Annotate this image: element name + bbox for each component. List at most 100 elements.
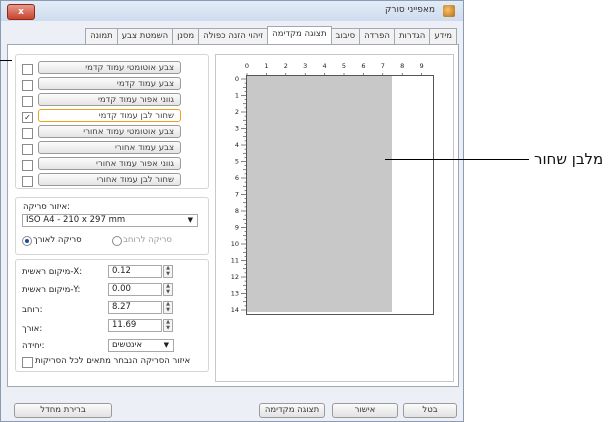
image-option-row: צבע אוטומטי עמוד אחורי xyxy=(22,125,202,139)
top-ruler-tick-label: 5 xyxy=(342,62,346,70)
auto-fit-checkbox[interactable] xyxy=(22,357,33,368)
left-ruler-tick-label: 4 xyxy=(235,141,239,149)
unit-select[interactable]: אינטשים ▼ xyxy=(108,339,174,352)
left-ruler: 01234567891011121314 xyxy=(231,75,248,314)
image-option-button[interactable]: צבע עמוד קדמי xyxy=(38,77,181,90)
image-option-button[interactable]: צבע אוטומטי עמוד אחורי xyxy=(38,125,181,138)
close-button[interactable]: x xyxy=(7,4,35,20)
y-origin-label: מיקום ראשית-Y: xyxy=(22,285,81,295)
tab-rotation[interactable]: סיבוב xyxy=(330,28,361,44)
tab-separation[interactable]: הפרדה xyxy=(359,28,395,44)
image-option-checkbox[interactable] xyxy=(22,64,33,75)
left-ruler-tick-label: 7 xyxy=(235,191,239,199)
scanner-properties-dialog: x מאפייני סורק מידע הגדרות הפרדה סיבוב ת… xyxy=(0,0,464,422)
image-option-row: גווני אפור עמוד אחורי xyxy=(22,157,202,171)
portrait-radio[interactable] xyxy=(22,236,32,246)
image-option-row: צבע עמוד אחורי xyxy=(22,141,202,155)
image-option-button[interactable]: שחור לבן עמוד אחורי xyxy=(38,173,181,186)
image-option-row: ✓ שחור לבן עמוד קדמי xyxy=(22,109,202,123)
image-option-checkbox[interactable] xyxy=(22,96,33,107)
callout-label: מלבן שחור xyxy=(534,150,604,168)
tab-color-dropout[interactable]: השמטת צבע xyxy=(116,28,174,44)
scanned-image-preview[interactable] xyxy=(247,76,392,312)
image-option-row: שחור לבן עמוד אחורי xyxy=(22,173,202,187)
top-ruler-tick-label: 4 xyxy=(323,62,327,70)
callout-line-left xyxy=(0,60,12,61)
tab-strip: מידע הגדרות הפרדה סיבוב תצוגה מקדימה זיה… xyxy=(85,26,457,44)
image-option-checkbox[interactable] xyxy=(22,80,33,91)
x-origin-label: מיקום ראשית-X: xyxy=(22,267,83,277)
image-option-row: גווני אפור עמוד קדמי xyxy=(22,93,202,107)
left-ruler-tick-label: 6 xyxy=(235,174,239,182)
x-origin-stepper[interactable]: ▲ ▼ xyxy=(163,265,173,278)
left-ruler-tick-label: 10 xyxy=(231,240,239,248)
unit-value: אינטשים xyxy=(112,340,143,350)
tab-image[interactable]: תמונה xyxy=(85,28,118,44)
left-ruler-tick-label: 11 xyxy=(231,257,239,265)
left-ruler-tick-label: 9 xyxy=(235,224,239,232)
left-ruler-tick-label: 13 xyxy=(231,290,239,298)
length-input[interactable]: 11.69 xyxy=(108,319,162,332)
scan-area-label: איזור סריקה: xyxy=(23,202,71,212)
image-option-button[interactable]: צבע אוטומטי עמוד קדמי xyxy=(38,61,181,74)
image-selection-group: צבע אוטומטי עמוד קדמי צבע עמוד קדמי גוונ… xyxy=(15,54,209,189)
left-ruler-tick-label: 3 xyxy=(235,125,239,133)
image-option-checkbox[interactable]: ✓ xyxy=(22,112,33,123)
length-label: אורך: xyxy=(22,324,43,334)
left-ruler-tick-label: 14 xyxy=(231,306,239,314)
top-ruler-tick-label: 9 xyxy=(420,62,424,70)
left-ruler-tick-label: 1 xyxy=(235,92,239,100)
unit-label: יחידה: xyxy=(22,341,45,351)
tab-filter[interactable]: מסנן xyxy=(172,28,200,44)
app-icon xyxy=(443,5,455,17)
y-origin-stepper[interactable]: ▲ ▼ xyxy=(163,283,173,296)
image-option-checkbox[interactable] xyxy=(22,176,33,187)
callout-line xyxy=(385,159,465,160)
top-ruler-tick-label: 7 xyxy=(381,62,385,70)
scan-area-group: איזור סריקה: ISO A4 - 210 x 297 mm ▼ סרי… xyxy=(15,197,209,255)
width-input[interactable]: 8.27 xyxy=(108,301,162,314)
callout-line-ext xyxy=(463,159,529,160)
image-option-button[interactable]: שחור לבן עמוד קדמי xyxy=(38,109,181,122)
tab-double-feed[interactable]: זיהוי הזנה כפולה xyxy=(198,28,269,44)
image-option-checkbox[interactable] xyxy=(22,160,33,171)
top-ruler-tick-label: 3 xyxy=(303,62,307,70)
chevron-down-icon: ▼ xyxy=(187,216,193,224)
ok-button[interactable]: אישור xyxy=(332,403,398,418)
top-ruler-tick-label: 0 xyxy=(245,62,249,70)
scan-area-select[interactable]: ISO A4 - 210 x 297 mm ▼ xyxy=(22,214,198,227)
chevron-down-icon: ▼ xyxy=(163,341,169,349)
length-stepper[interactable]: ▲ ▼ xyxy=(163,319,173,332)
tab-info[interactable]: מידע xyxy=(429,28,457,44)
image-option-row: צבע עמוד קדמי xyxy=(22,77,202,91)
top-ruler-tick-label: 6 xyxy=(361,62,365,70)
window-title: מאפייני סורק xyxy=(384,5,435,15)
image-option-button[interactable]: צבע עמוד אחורי xyxy=(38,141,181,154)
cancel-button[interactable]: בטל xyxy=(403,403,457,418)
landscape-label: סריקה לרוחב xyxy=(123,235,172,245)
scan-area-value: ISO A4 - 210 x 297 mm xyxy=(26,215,126,225)
top-ruler-tick-label: 2 xyxy=(284,62,288,70)
left-ruler-tick-label: 12 xyxy=(231,273,239,281)
image-option-button[interactable]: גווני אפור עמוד אחורי xyxy=(38,157,181,170)
image-option-button[interactable]: גווני אפור עמוד קדמי xyxy=(38,93,181,106)
auto-fit-label: איזור הסריקה הנבחר מתאים לכל הסריקות xyxy=(35,356,191,366)
defaults-button[interactable]: ברירת מחדל xyxy=(14,403,112,418)
image-option-checkbox[interactable] xyxy=(22,128,33,139)
left-ruler-tick-label: 2 xyxy=(235,108,239,116)
width-stepper[interactable]: ▲ ▼ xyxy=(163,301,173,314)
image-option-checkbox[interactable] xyxy=(22,144,33,155)
landscape-radio[interactable] xyxy=(112,236,122,246)
x-origin-input[interactable]: 0.12 xyxy=(108,265,162,278)
image-option-row: צבע אוטומטי עמוד קדמי xyxy=(22,61,202,75)
left-ruler-tick-label: 5 xyxy=(235,158,239,166)
tab-settings[interactable]: הגדרות xyxy=(393,28,431,44)
preview-button[interactable]: תצוגה מקדימה xyxy=(259,403,325,418)
origin-size-group: מיקום ראשית-X: 0.12 ▲ ▼ מיקום ראשית-Y: 0.… xyxy=(15,259,209,372)
left-ruler-tick-label: 0 xyxy=(235,75,239,83)
tab-preview[interactable]: תצוגה מקדימה xyxy=(267,26,332,44)
top-ruler-tick-label: 8 xyxy=(400,62,404,70)
title-bar: x מאפייני סורק xyxy=(1,1,463,21)
y-origin-input[interactable]: 0.00 xyxy=(108,283,162,296)
left-ruler-tick-label: 8 xyxy=(235,207,239,215)
